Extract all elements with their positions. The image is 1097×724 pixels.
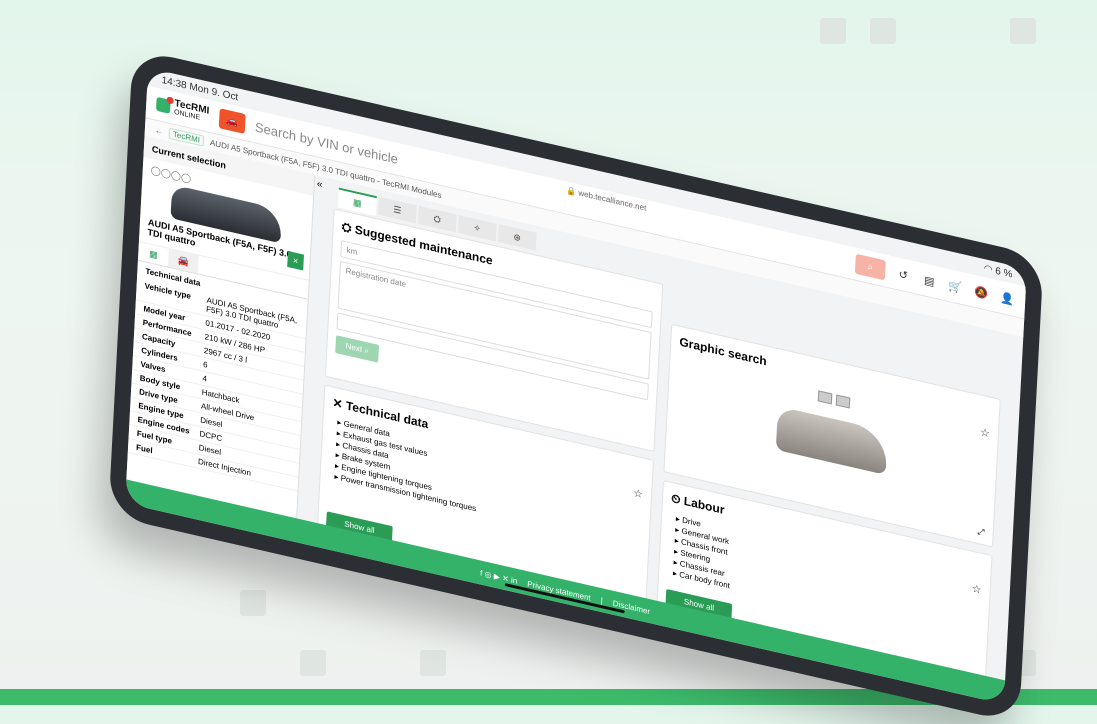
collapse-sidebar-icon[interactable]: «	[317, 179, 323, 191]
labour-title-text: Labour	[683, 493, 725, 518]
facebook-icon[interactable]: f	[480, 568, 483, 577]
sidebar: Current selection ◯◯◯◯ AUDI A5 Sportback…	[126, 137, 316, 519]
youtube-icon[interactable]: ▶	[494, 571, 501, 581]
social-icons: f ◎ ▶ ✕ in	[480, 568, 518, 585]
logo-mark-icon	[155, 96, 171, 114]
tablet-device: 14:38 Mon 9. Oct ◠ 6 % 🔒 web.tecalliance…	[108, 48, 1044, 724]
diagnostics-icon: ✧	[473, 221, 482, 234]
logo-text: TecRMI ONLINE	[174, 98, 210, 125]
id-card-icon[interactable]: ▤	[921, 272, 938, 289]
clear-vehicle-button[interactable]: ×	[287, 251, 304, 271]
history-icon[interactable]: ↺	[895, 266, 912, 283]
battery-level: 6 %	[994, 265, 1013, 280]
expand-icon[interactable]: ⤢	[977, 526, 985, 539]
next-button[interactable]: Next ⌕	[335, 335, 380, 363]
next-label: Next	[345, 341, 363, 355]
disclaimer-link[interactable]: Disclaimer	[613, 598, 651, 615]
favorite-star-icon[interactable]: ☆	[633, 486, 644, 501]
back-arrow-icon[interactable]: ←	[155, 125, 163, 136]
thumbnail-exterior[interactable]	[817, 390, 833, 405]
search-icon: ⌕	[867, 260, 874, 274]
data-sheet-icon: ▦	[148, 247, 158, 260]
notifications-icon[interactable]: 🔕	[973, 284, 990, 301]
list-icon: ☰	[393, 203, 402, 216]
tools-icon: ✕	[332, 395, 347, 413]
vin-button[interactable]: 🚗	[218, 108, 246, 134]
grid-icon: ▦	[352, 196, 362, 209]
car-icon: 🚘	[177, 254, 190, 267]
graphic-car-image[interactable]	[775, 406, 888, 475]
background-decor	[300, 650, 326, 676]
favorite-star-icon[interactable]: ☆	[980, 425, 991, 440]
search-button[interactable]: ⌕	[854, 253, 886, 281]
twitter-icon[interactable]: ✕	[502, 573, 509, 583]
clock-wrench-icon: ⏲	[670, 490, 685, 508]
car-icon: 🚗	[225, 114, 239, 128]
app-logo[interactable]: TecRMI ONLINE	[155, 95, 210, 125]
favorite-star-icon[interactable]: ☆	[971, 582, 982, 597]
cart-icon[interactable]: 🛒	[947, 278, 964, 295]
background-decor	[240, 590, 266, 616]
search-icon: ⌕	[364, 345, 370, 356]
instagram-icon[interactable]: ◎	[484, 569, 491, 580]
background-decor	[1010, 18, 1036, 44]
status-time: 14:38	[161, 74, 187, 92]
footer-separator: |	[600, 595, 604, 605]
thumbnail-detail[interactable]	[835, 394, 851, 409]
background-decor	[420, 650, 446, 676]
settings-icon: ⊛	[513, 231, 522, 243]
user-icon[interactable]: 👤	[999, 290, 1016, 307]
maintenance-icon: ⛭	[341, 219, 356, 237]
spec-list: Vehicle type AUDI A5 Sportback (F5A, F5F)…	[127, 277, 307, 492]
background-decor	[870, 18, 896, 44]
maintenance-icon: ⛭	[433, 212, 442, 225]
background-decor	[820, 18, 846, 44]
wifi-icon: ◠	[983, 262, 993, 276]
